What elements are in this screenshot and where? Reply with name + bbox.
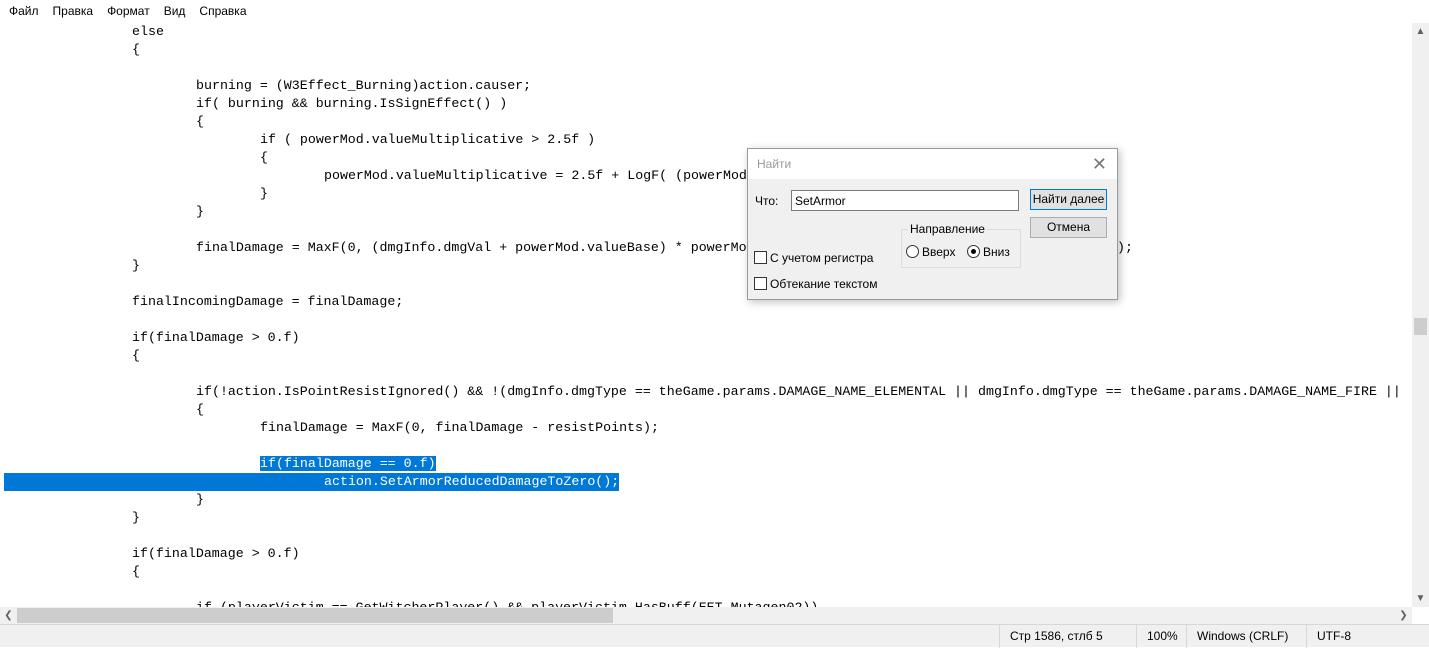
code-line: if (playerVictim == GetWitcherPlayer() &… [196,599,818,607]
radio-up-label[interactable]: Вверх [922,245,955,259]
code-text: { [132,42,140,57]
menu-view[interactable]: Вид [157,0,193,23]
code-text: } [260,186,268,201]
code-line: else [132,23,164,41]
code-text: { [196,402,204,417]
vertical-scroll-thumb[interactable] [1414,318,1427,335]
what-label: Что: [755,194,779,208]
line-ending: Windows (CRLF) [1186,625,1288,648]
code-line: if ( powerMod.valueMultiplicative > 2.5f… [260,131,595,149]
scroll-down-icon[interactable]: ▼ [1412,590,1429,607]
menu-help[interactable]: Справка [192,0,253,23]
cancel-button[interactable]: Отмена [1030,217,1107,238]
code-text: else [132,24,164,39]
search-input[interactable] [791,190,1019,211]
scroll-left-icon[interactable]: ❮ [0,607,17,624]
code-text: } [132,510,140,525]
code-line: if(finalDamage == 0.f) [260,455,436,473]
code-line: } [196,203,204,221]
code-line: if(finalDamage > 0.f) [132,329,300,347]
radio-up[interactable] [906,245,919,258]
scroll-up-icon[interactable]: ▲ [1412,23,1429,40]
radio-down-label[interactable]: Вниз [983,245,1010,259]
menu-format[interactable]: Формат [100,0,157,23]
menu-bar: Файл Правка Формат Вид Справка [0,0,1429,23]
direction-label: Направление [908,222,987,236]
code-line: { [132,41,140,59]
code-line: burning = (W3Effect_Burning)action.cause… [196,77,531,95]
code-text: if(finalDamage == 0.f) [260,456,436,471]
code-line: powerMod.valueMultiplicative = 2.5f + Lo… [324,167,747,185]
encoding: UTF-8 [1306,625,1351,648]
text-editor[interactable]: else { burning = (W3Effect_Burning)action.… [0,23,1412,607]
code-text: } [196,492,204,507]
code-text: if( burning && burning.IsSignEffect() ) [196,96,508,111]
code-line: finalDamage = MaxF(0, (dmgInfo.dmgVal + … [196,239,747,257]
code-line: { [132,347,140,365]
code-text: if (playerVictim == GetWitcherPlayer() &… [196,600,818,607]
code-text: { [196,114,204,129]
wrap-label[interactable]: Обтекание текстом [770,277,877,291]
code-text: finalDamage = MaxF(0, (dmgInfo.dmgVal + … [196,240,747,255]
cursor-position: Стр 1586, стлб 5 [999,625,1103,648]
match-case-checkbox[interactable] [754,251,767,264]
find-next-button[interactable]: Найти далее [1030,189,1107,210]
code-text: if(!action.IsPointResistIgnored() && !(d… [196,384,1401,399]
zoom-level: 100% [1136,625,1178,648]
code-line: { [196,401,204,419]
code-line: finalIncomingDamage = finalDamage; [132,293,403,311]
horizontal-scrollbar[interactable]: ❮ ❯ [0,607,1412,624]
code-text: } [132,258,140,273]
code-text: { [260,150,268,165]
menu-edit[interactable]: Правка [46,0,101,23]
match-case-label[interactable]: С учетом регистра [770,251,873,265]
horizontal-scroll-thumb[interactable] [17,608,613,623]
dialog-title: Найти [757,157,792,171]
scroll-right-icon[interactable]: ❯ [1395,607,1412,624]
code-text: { [132,348,140,363]
code-text: { [132,564,140,579]
menu-file[interactable]: Файл [2,0,46,23]
code-line: { [260,149,268,167]
close-icon[interactable]: ✕ [1092,149,1107,179]
code-text-tail: ); [1117,240,1133,255]
code-line: } [132,509,140,527]
code-text: if ( powerMod.valueMultiplicative > 2.5f… [260,132,596,147]
code-line: action.SetArmorReducedDamageToZero(); [4,473,620,491]
code-line: if(finalDamage > 0.f) [132,545,300,563]
code-text: } [196,204,204,219]
code-text: action.SetArmorReducedDamageToZero(); [324,474,620,489]
code-text: finalDamage = MaxF(0, finalDamage - resi… [260,420,659,435]
status-bar: Стр 1586, стлб 5 100% Windows (CRLF) UTF… [0,624,1429,648]
vertical-scrollbar[interactable]: ▲ ▼ [1412,23,1429,607]
code-text: if(finalDamage > 0.f) [132,546,300,561]
code-line: if( burning && burning.IsSignEffect() ) [196,95,507,113]
code-text: finalIncomingDamage = finalDamage; [132,294,404,309]
code-line: { [196,113,204,131]
find-dialog: Найти ✕ Что: Найти далее Отмена Направле… [747,148,1118,300]
code-line: if(!action.IsPointResistIgnored() && !(d… [196,383,1401,401]
code-text: burning = (W3Effect_Burning)action.cause… [196,78,532,93]
wrap-checkbox[interactable] [754,277,767,290]
code-line: { [132,563,140,581]
code-text: powerMod.valueMultiplicative = 2.5f + Lo… [324,168,747,183]
code-line: } [196,491,204,509]
radio-down[interactable] [967,245,980,258]
code-text: if(finalDamage > 0.f) [132,330,300,345]
code-line: finalDamage = MaxF(0, finalDamage - resi… [260,419,659,437]
code-line: } [260,185,268,203]
dialog-titlebar[interactable]: Найти ✕ [748,149,1117,179]
code-line: } [132,257,140,275]
